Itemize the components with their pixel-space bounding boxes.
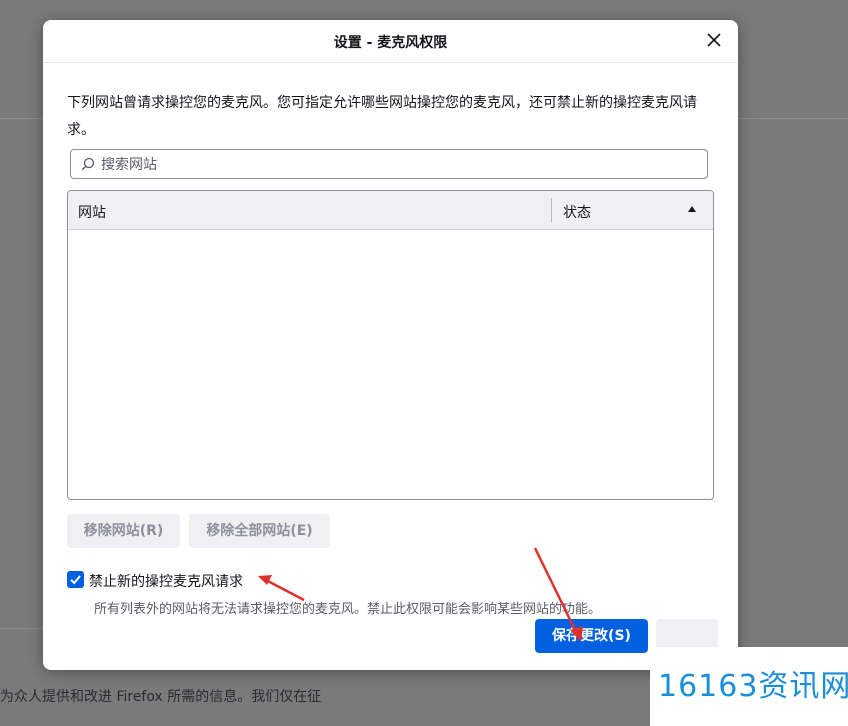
- column-header-site[interactable]: 网站: [78, 202, 106, 222]
- search-input[interactable]: [99, 153, 703, 177]
- block-new-requests-checkbox[interactable]: [67, 571, 84, 588]
- background-divider: [738, 118, 848, 119]
- dialog-description: 下列网站曾请求操控您的麦克风。您可指定允许哪些网站操控您的麦克风，还可禁止新的操…: [67, 90, 719, 144]
- dialog-titlebar: 设置 - 麦克风权限: [43, 20, 738, 63]
- close-button[interactable]: [704, 30, 724, 50]
- background-page-text: 为众人提供和改进 Firefox 所需的信息。我们仅在征: [0, 686, 321, 706]
- dialog-title: 设置 - 麦克风权限: [43, 32, 738, 52]
- remove-all-sites-button[interactable]: 移除全部网站(E): [189, 514, 330, 548]
- background-divider: [0, 628, 43, 629]
- sites-table: 网站 状态: [67, 190, 714, 500]
- block-new-requests-hint: 所有列表外的网站将无法请求操控您的麦克风。禁止此权限可能会影响某些网站的功能。: [94, 598, 601, 617]
- table-header: 网站 状态: [68, 191, 713, 230]
- background-divider: [0, 118, 43, 119]
- search-icon: [81, 157, 95, 171]
- watermark-text: 16163资讯网: [658, 661, 848, 705]
- column-divider[interactable]: [551, 198, 552, 222]
- checkmark-icon: [69, 573, 82, 586]
- sort-ascending-icon: [687, 205, 697, 213]
- remove-site-button[interactable]: 移除网站(R): [67, 514, 180, 548]
- column-header-status[interactable]: 状态: [563, 202, 591, 222]
- block-new-requests-label[interactable]: 禁止新的操控麦克风请求: [89, 571, 243, 591]
- save-changes-button[interactable]: 保存更改(S): [535, 619, 648, 653]
- microphone-permissions-dialog: 设置 - 麦克风权限 下列网站曾请求操控您的麦克风。您可指定允许哪些网站操控您的…: [43, 20, 738, 670]
- close-icon: [704, 30, 724, 50]
- search-box[interactable]: [70, 149, 708, 179]
- watermark: 16163资讯网: [650, 647, 848, 726]
